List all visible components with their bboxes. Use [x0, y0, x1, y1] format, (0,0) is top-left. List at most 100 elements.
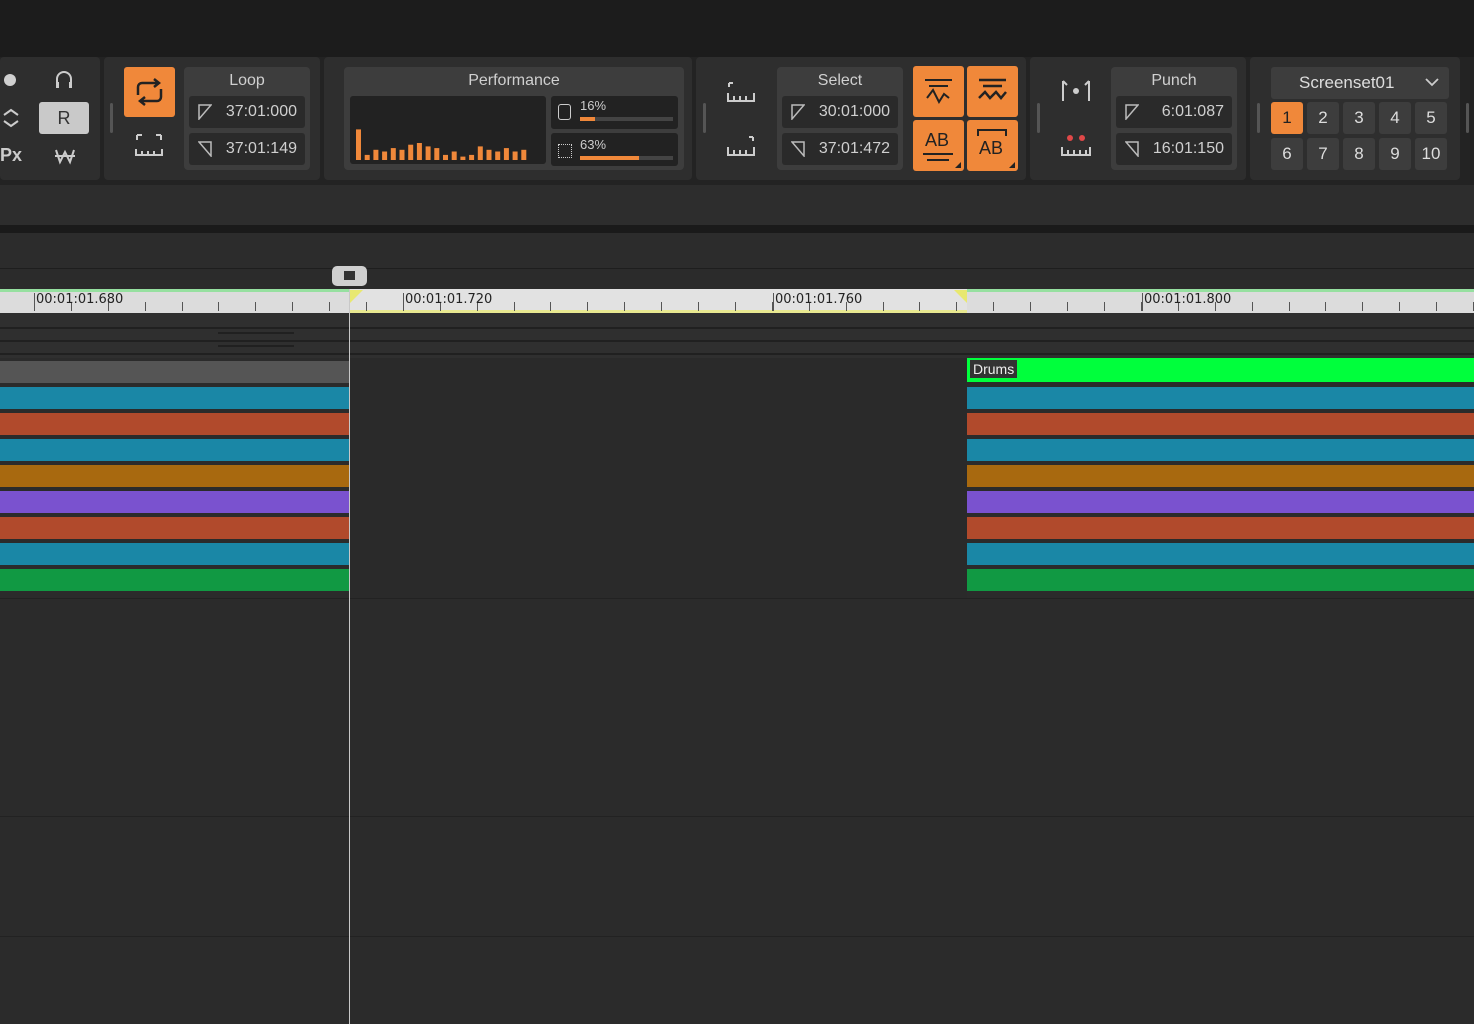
start-corner-icon	[1125, 104, 1139, 120]
track-clip[interactable]	[0, 361, 349, 383]
grid-icon[interactable]	[54, 146, 76, 166]
ruler-major-tick	[1142, 293, 1143, 311]
meter-bar	[503, 148, 509, 160]
loop-toggle-button[interactable]	[124, 67, 175, 117]
track-clip[interactable]	[967, 413, 1474, 435]
track-clip[interactable]	[967, 387, 1474, 409]
playhead-handle[interactable]	[332, 266, 367, 286]
screenset-button-6[interactable]: 6	[1271, 138, 1303, 170]
meter-bar	[469, 154, 475, 160]
meter-bar	[356, 129, 361, 160]
ruler-tick	[1399, 302, 1400, 311]
screenset-button-1[interactable]: 1	[1271, 102, 1303, 134]
filter-zigzag-button[interactable]	[967, 66, 1018, 117]
loop-range-icon[interactable]	[134, 133, 164, 159]
cpu-icon	[558, 144, 572, 158]
screenset-button-9[interactable]: 9	[1379, 138, 1411, 170]
ruler-tick	[255, 302, 256, 311]
screenset-button-5[interactable]: 5	[1415, 102, 1447, 134]
punch-start-field[interactable]: 6:01:087	[1116, 96, 1232, 128]
filter-wave-button[interactable]	[913, 66, 964, 117]
track-lane	[0, 936, 1474, 1024]
punch-end-field[interactable]: 16:01:150	[1116, 133, 1232, 165]
loop-icon	[136, 78, 163, 106]
loop-start-marker[interactable]	[350, 290, 363, 303]
select-end-ruler-icon[interactable]	[726, 135, 756, 159]
separator	[110, 103, 113, 133]
ab-compare-button[interactable]: AB	[913, 120, 964, 171]
loop-title: Loop	[229, 72, 265, 89]
disk-icon	[558, 104, 571, 120]
playhead-line[interactable]	[349, 289, 350, 1024]
track-clip[interactable]	[0, 439, 349, 461]
ruler-tick	[182, 302, 183, 311]
screenset-button-3[interactable]: 3	[1343, 102, 1375, 134]
loop-start-field[interactable]: 37:01:000	[189, 96, 305, 128]
resize-handle[interactable]	[218, 332, 294, 334]
track-clip[interactable]	[967, 465, 1474, 487]
loop-end-field[interactable]: 37:01:149	[189, 133, 305, 165]
track-clip[interactable]	[967, 569, 1474, 591]
track-clip[interactable]	[967, 491, 1474, 513]
screenset-button-4[interactable]: 4	[1379, 102, 1411, 134]
meter-bar	[434, 148, 440, 160]
screenset-panel: Screenset01 1 2 3 4 5 6 7 8 9 10	[1250, 57, 1460, 180]
ruler-tick	[1252, 302, 1253, 311]
track-clip[interactable]	[0, 413, 349, 435]
ruler-tick	[919, 302, 920, 311]
ruler-tick	[661, 302, 662, 311]
ruler-tick	[735, 302, 736, 311]
loop-panel: Loop 37:01:000 37:01:149	[104, 57, 320, 180]
screenset-button-7[interactable]: 7	[1307, 138, 1339, 170]
ruler-major-tick	[34, 293, 35, 311]
punch-in-icon[interactable]	[1060, 77, 1092, 105]
ruler-tick	[329, 302, 330, 311]
separator	[703, 103, 706, 133]
headphones-icon[interactable]	[54, 69, 74, 91]
track-clip[interactable]	[0, 543, 349, 565]
track-clip[interactable]	[967, 439, 1474, 461]
screenset-button-2[interactable]: 2	[1307, 102, 1339, 134]
zigzag-filter-icon	[978, 78, 1007, 100]
track-clip[interactable]	[0, 517, 349, 539]
screenset-dropdown[interactable]: Screenset01	[1271, 67, 1449, 99]
track-clip[interactable]	[967, 517, 1474, 539]
track-clip[interactable]	[0, 387, 349, 409]
screenset-button-10[interactable]: 10	[1415, 138, 1447, 170]
track-clip[interactable]	[967, 543, 1474, 565]
ruler-tick	[587, 302, 588, 311]
punch-record-icon[interactable]	[1060, 133, 1092, 161]
ruler-tick	[698, 302, 699, 311]
select-start-ruler-icon[interactable]	[726, 81, 756, 105]
px-label[interactable]: Px	[0, 145, 22, 166]
ruler-tick	[1067, 302, 1068, 311]
separator	[1037, 103, 1040, 133]
select-panel: Select 30:01:000 37:01:472 AB AB	[696, 57, 1026, 180]
ruler-label: 00:01:01.720	[405, 292, 493, 307]
clip-header[interactable]	[967, 358, 1474, 382]
separator	[1257, 103, 1260, 133]
record-mode-button[interactable]: R	[39, 102, 89, 134]
meter-bar	[425, 146, 431, 160]
ab-label: AB	[925, 130, 950, 150]
track-clip[interactable]	[0, 465, 349, 487]
cpu-label: 63%	[580, 137, 607, 152]
screenset-name: Screenset01	[1299, 73, 1395, 92]
screenset-button-8[interactable]: 8	[1343, 138, 1375, 170]
meter-bar	[521, 149, 527, 160]
ruler-tick	[956, 302, 957, 311]
performance-title: Performance	[468, 72, 560, 89]
track-lane	[0, 816, 1474, 936]
disk-label: 16%	[580, 98, 607, 113]
track-clip[interactable]	[0, 491, 349, 513]
select-end-field[interactable]: 37:01:472	[782, 133, 898, 165]
snap-arrows-icon[interactable]	[2, 107, 22, 129]
clip[interactable]: Drums	[967, 358, 1474, 382]
ruler-label: 00:01:01.800	[1144, 292, 1232, 307]
track-clip[interactable]	[0, 569, 349, 591]
ab-grid-button[interactable]: AB	[967, 120, 1018, 171]
record-dot-icon[interactable]	[4, 74, 16, 86]
select-start-field[interactable]: 30:01:000	[782, 96, 898, 128]
cpu-meter: 63%	[551, 133, 678, 166]
select-box: Select 30:01:000 37:01:472	[777, 67, 903, 170]
